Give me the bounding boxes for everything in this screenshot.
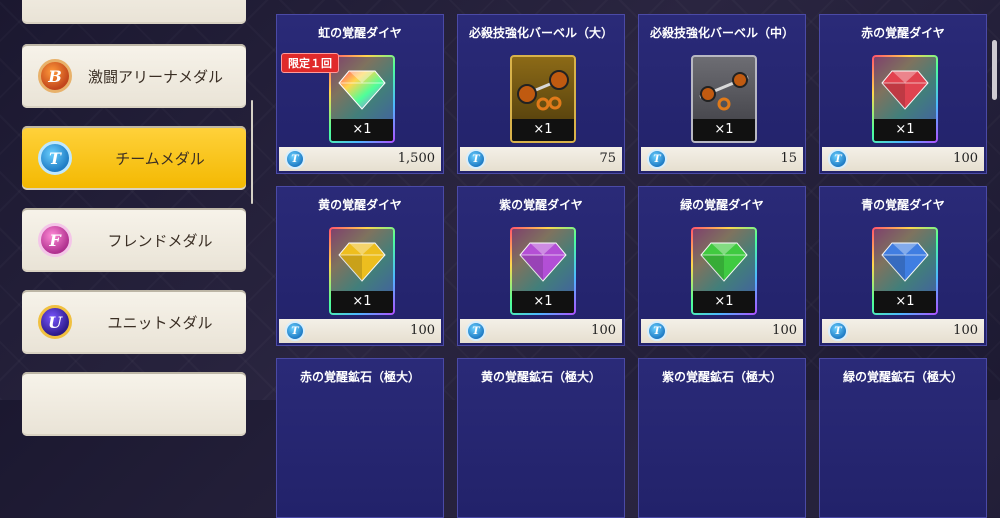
limit-badge: 限定１回 [281,53,339,73]
barbell-large-icon [512,57,574,121]
team-medal-currency-icon: T [828,149,848,169]
sidebar-item-label: ユニットメダル [107,313,213,332]
item-quantity: ×1 [512,291,574,313]
shop-item-card[interactable]: 必殺技強化バーベル（大） ×1 T 75 [457,14,625,174]
item-title: 紫の覚醒ダイヤ [499,198,583,212]
main-scrollbar[interactable] [992,40,997,100]
sidebar-item-arena-medal[interactable]: B 激闘アリーナメダル [22,44,246,108]
item-title: 必殺技強化バーベル（中） [649,26,794,40]
sidebar-scrollbar[interactable] [251,100,253,204]
team-medal-currency-icon: T [285,149,305,169]
red-diamond-icon [874,57,936,121]
item-title: 青の覚醒ダイヤ [861,198,945,212]
gem-svg [338,70,386,110]
team-medal-currency-icon: T [647,321,667,341]
blue-diamond-icon [874,229,936,293]
item-price: 15 [780,151,797,166]
team-medal-currency-icon: T [466,321,486,341]
barbell-svg [517,70,569,111]
price-bar: T 75 [460,147,622,171]
price-bar: T 15 [641,147,803,171]
item-price: 100 [410,323,435,338]
price-bar: T 100 [279,319,441,343]
shop-item-card[interactable]: 緑の覚醒鉱石（極大） [819,358,987,518]
price-bar: T 100 [460,319,622,343]
sidebar-item-label: フレンドメダル [107,231,213,250]
item-thumbnail[interactable]: ×1 [510,55,576,143]
team-medal-currency-icon: T [285,321,305,341]
sidebar-item-team-medal[interactable]: T チームメダル [22,126,246,190]
item-thumbnail[interactable]: ×1 [872,227,938,315]
shop-item-card[interactable]: 赤の覚醒鉱石（極大） [276,358,444,518]
item-quantity: ×1 [512,119,574,141]
item-title: 赤の覚醒ダイヤ [861,26,945,40]
friend-medal-icon: F [38,223,72,257]
sidebar-item-unit-medal[interactable]: U ユニットメダル [22,290,246,354]
item-quantity: ×1 [874,119,936,141]
item-title: 必殺技強化バーベル（大） [468,26,613,40]
team-medal-icon: T [38,141,72,175]
shop-item-card[interactable]: 黄の覚醒鉱石（極大） [457,358,625,518]
item-quantity: ×1 [874,291,936,313]
gem-svg [881,70,929,110]
item-title: 紫の覚醒鉱石（極大） [661,370,782,384]
price-bar: T 100 [822,147,984,171]
shop-item-card[interactable]: 赤の覚醒ダイヤ ×1 T 100 [819,14,987,174]
item-price: 1,500 [397,151,435,166]
price-bar: T 1,500 [279,147,441,171]
team-medal-currency-icon: T [828,321,848,341]
shop-item-card[interactable]: 黄の覚醒ダイヤ ×1 T 100 [276,186,444,346]
item-price: 100 [772,323,797,338]
item-thumbnail[interactable]: ×1 [329,227,395,315]
sidebar: B 激闘アリーナメダル T チームメダル F フレンドメダル U ユニットメダル [0,0,262,436]
barbell-svg [699,72,749,111]
arena-medal-icon: B [38,59,72,93]
unit-medal-icon: U [38,305,72,339]
gem-svg [338,242,386,282]
rainbow-diamond-icon [331,57,393,121]
barbell-medium-icon [693,57,755,121]
shop-item-card[interactable]: 紫の覚醒ダイヤ ×1 T 100 [457,186,625,346]
team-medal-currency-icon: T [466,149,486,169]
item-quantity: ×1 [693,291,755,313]
item-title: 黄の覚醒鉱石（極大） [480,370,601,384]
item-quantity: ×1 [693,119,755,141]
sidebar-item-friend-medal[interactable]: F フレンドメダル [22,208,246,272]
item-quantity: ×1 [331,119,393,141]
shop-item-card[interactable]: 虹の覚醒ダイヤ ×1 T 1,500 限定１回 [276,14,444,174]
gem-svg [519,242,567,282]
item-title: 緑の覚醒鉱石（極大） [842,370,963,384]
team-medal-currency-icon: T [647,149,667,169]
green-diamond-icon [693,229,755,293]
item-title: 黄の覚醒ダイヤ [318,198,402,212]
price-bar: T 100 [822,319,984,343]
item-price: 100 [591,323,616,338]
shop-item-card[interactable]: 青の覚醒ダイヤ ×1 T 100 [819,186,987,346]
shop-item-card[interactable]: 必殺技強化バーベル（中） ×1 T 15 [638,14,806,174]
item-title: 虹の覚醒ダイヤ [318,26,402,40]
purple-diamond-icon [512,229,574,293]
item-price: 100 [953,151,978,166]
price-bar: T 100 [641,319,803,343]
item-thumbnail[interactable]: ×1 [691,55,757,143]
sidebar-item-partial-bottom[interactable] [22,372,246,436]
item-title: 緑の覚醒ダイヤ [680,198,764,212]
shop-item-card[interactable]: 紫の覚醒鉱石（極大） [638,358,806,518]
item-price: 75 [599,151,616,166]
item-price: 100 [953,323,978,338]
shop-item-card[interactable]: 緑の覚醒ダイヤ ×1 T 100 [638,186,806,346]
sidebar-item-label: 激闘アリーナメダル [88,67,224,86]
sidebar-item-label: チームメダル [115,149,205,168]
item-thumbnail[interactable]: ×1 [510,227,576,315]
gem-svg [881,242,929,282]
gem-svg [700,242,748,282]
item-thumbnail[interactable]: ×1 [691,227,757,315]
item-title: 赤の覚醒鉱石（極大） [299,370,420,384]
item-quantity: ×1 [331,291,393,313]
item-thumbnail[interactable]: ×1 [872,55,938,143]
sidebar-item-partial-top[interactable] [22,0,246,24]
yellow-diamond-icon [331,229,393,293]
